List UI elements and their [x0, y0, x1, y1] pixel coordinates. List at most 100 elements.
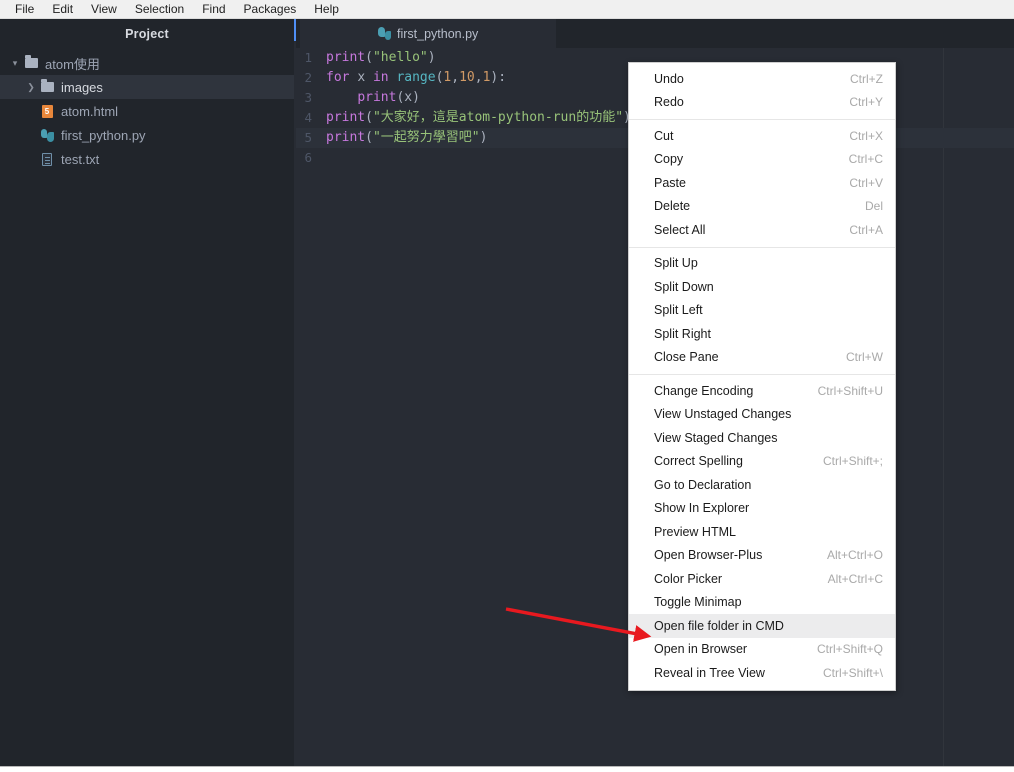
menubar-item-find[interactable]: Find	[193, 0, 234, 18]
code-token: print	[357, 90, 397, 105]
menu-item-label: View Staged Changes	[654, 430, 778, 445]
menu-item-label: Open file folder in CMD	[654, 618, 784, 633]
menu-item-shortcut: Alt+Ctrl+O	[826, 548, 883, 563]
python-icon	[38, 128, 56, 142]
editor-context-menu[interactable]: Undo Ctrl+Z Redo Ctrl+Y Cut Ctrl+X Copy Ctrl+C P…	[628, 62, 896, 691]
menu-item-color-picker[interactable]: Color Picker Alt+Ctrl+C	[629, 567, 895, 591]
code-token: 10	[459, 70, 475, 85]
menu-item-select-all[interactable]: Select All Ctrl+A	[629, 218, 895, 242]
text-file-icon	[38, 152, 56, 166]
line-number: 4	[304, 110, 312, 125]
menu-item-label: Reveal in Tree View	[654, 665, 765, 680]
menu-item-label: Preview HTML	[654, 524, 736, 539]
tree-item-images[interactable]: ❯ images	[0, 75, 294, 99]
menubar-item-packages[interactable]: Packages	[235, 0, 306, 18]
menu-item-shortcut: Ctrl+Shift+Q	[816, 642, 883, 657]
menu-separator	[629, 246, 895, 248]
menu-item-shortcut: Ctrl+V	[849, 175, 883, 190]
tree-item-test-txt[interactable]: test.txt	[0, 147, 294, 171]
python-icon	[378, 27, 391, 40]
menu-item-preview-html[interactable]: Preview HTML	[629, 520, 895, 544]
code-token: "hello"	[372, 50, 428, 65]
menubar-item-help[interactable]: Help	[305, 0, 348, 18]
menu-item-label: Color Picker	[654, 571, 723, 586]
chevron-right-icon[interactable]: ❯	[24, 82, 38, 93]
menu-separator	[629, 374, 895, 375]
project-tree-sidebar: Project ▾ atom使用 ❯ images 5 atom.html first_py…	[0, 19, 294, 766]
menu-item-show-in-explorer[interactable]: Show In Explorer	[629, 497, 895, 521]
menubar-item-selection[interactable]: Selection	[126, 0, 193, 18]
code-token: (	[365, 50, 373, 65]
menu-separator	[629, 119, 895, 120]
line-number: 2	[304, 70, 312, 85]
menu-item-view-unstaged-changes[interactable]: View Unstaged Changes	[629, 403, 895, 427]
menu-item-copy[interactable]: Copy Ctrl+C	[629, 148, 895, 172]
folder-icon	[38, 79, 56, 92]
menu-item-label: Split Right	[654, 326, 711, 341]
menu-item-split-right[interactable]: Split Right	[629, 322, 895, 346]
atom-editor-window: File Edit View Selection Find Packages Help Pr…	[0, 0, 1014, 766]
menu-item-redo[interactable]: Redo Ctrl+Y	[629, 91, 895, 115]
tree-item-atom[interactable]: ▾ atom使用	[0, 51, 294, 75]
menu-item-reveal-in-tree-view[interactable]: Reveal in Tree View Ctrl+Shift+\	[629, 661, 895, 685]
menu-item-label: Delete	[654, 199, 691, 214]
menu-item-shortcut: Ctrl+C	[848, 152, 883, 167]
line-number: 3	[304, 90, 312, 105]
code-token: )	[427, 50, 436, 65]
menu-item-open-file-folder-in-cmd[interactable]: Open file folder in CMD	[629, 614, 895, 638]
menu-item-shortcut: Ctrl+X	[849, 128, 883, 143]
menu-item-view-staged-changes[interactable]: View Staged Changes	[629, 426, 895, 450]
menu-item-label: Toggle Minimap	[654, 595, 742, 610]
menubar-item-view[interactable]: View	[82, 0, 126, 18]
tree-item-label: first_python.py	[61, 127, 146, 143]
menu-item-label: Split Down	[654, 279, 714, 294]
window-bottom-edge	[0, 766, 1014, 772]
menu-item-cut[interactable]: Cut Ctrl+X	[629, 124, 895, 148]
menu-item-split-left[interactable]: Split Left	[629, 299, 895, 323]
code-token: range	[396, 70, 436, 85]
menu-item-shortcut: Ctrl+Shift+U	[817, 383, 883, 398]
menu-item-paste[interactable]: Paste Ctrl+V	[629, 171, 895, 195]
menu-item-label: Show In Explorer	[654, 501, 750, 516]
menu-item-label: Correct Spelling	[654, 454, 743, 469]
code-token: (	[365, 110, 373, 125]
menubar-item-edit[interactable]: Edit	[43, 0, 82, 18]
menu-item-open-browser-plus[interactable]: Open Browser-Plus Alt+Ctrl+O	[629, 544, 895, 568]
menu-item-shortcut: Ctrl+A	[849, 222, 883, 237]
tab-label: first_python.py	[397, 26, 479, 41]
code-token: print	[326, 50, 366, 65]
menu-item-toggle-minimap[interactable]: Toggle Minimap	[629, 591, 895, 615]
menu-item-open-in-browser[interactable]: Open in Browser Ctrl+Shift+Q	[629, 638, 895, 662]
menu-item-shortcut: Ctrl+Shift+;	[822, 454, 883, 469]
menu-item-go-to-declaration[interactable]: Go to Declaration	[629, 473, 895, 497]
menu-item-split-up[interactable]: Split Up	[629, 252, 895, 276]
tree-item-atom-html[interactable]: 5 atom.html	[0, 99, 294, 123]
menu-item-shortcut: Alt+Ctrl+C	[827, 571, 883, 586]
tree-item-label: test.txt	[61, 151, 100, 167]
menu-item-change-encoding[interactable]: Change Encoding Ctrl+Shift+U	[629, 379, 895, 403]
tab-first-python-py[interactable]: first_python.py	[300, 19, 557, 48]
menu-item-label: Split Left	[654, 303, 703, 318]
menu-item-delete[interactable]: Delete Del	[629, 195, 895, 219]
menu-item-undo[interactable]: Undo Ctrl+Z	[629, 67, 895, 91]
tree-item-first-python-py[interactable]: first_python.py	[0, 123, 294, 147]
line-number: 6	[304, 150, 312, 165]
menu-item-split-down[interactable]: Split Down	[629, 275, 895, 299]
menu-item-shortcut: Ctrl+W	[846, 350, 883, 365]
menu-item-shortcut: Del	[864, 199, 883, 214]
tab-bar: first_python.py	[296, 19, 1014, 48]
menu-item-label: Cut	[654, 128, 674, 143]
menu-item-label: Redo	[654, 95, 684, 110]
menubar-item-file[interactable]: File	[6, 0, 43, 18]
menu-item-correct-spelling[interactable]: Correct Spelling Ctrl+Shift+;	[629, 450, 895, 474]
chevron-down-icon[interactable]: ▾	[8, 58, 22, 69]
code-token: (	[365, 130, 373, 145]
line-number: 5	[304, 130, 312, 145]
code-token: )	[479, 130, 488, 145]
menu-item-close-pane[interactable]: Close Pane Ctrl+W	[629, 346, 895, 370]
tree-item-label: images	[61, 79, 103, 95]
code-token: for	[326, 70, 350, 85]
menu-item-label: Copy	[654, 152, 684, 167]
